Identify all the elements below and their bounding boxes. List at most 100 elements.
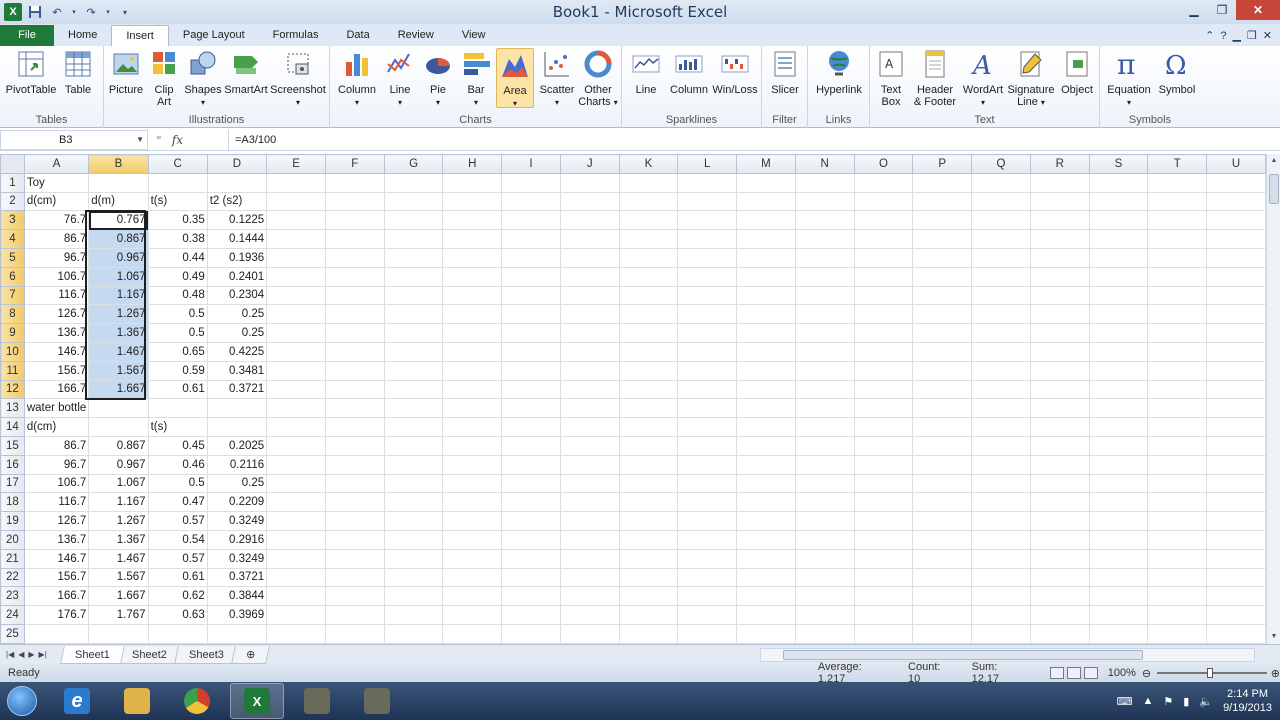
cell-q24[interactable] <box>971 605 1031 625</box>
cell-h17[interactable] <box>442 473 503 494</box>
cell-b16[interactable]: 0.967 <box>88 454 149 475</box>
cell-g14[interactable] <box>383 417 444 437</box>
cell-f3[interactable] <box>324 210 385 231</box>
cell-s17[interactable] <box>1088 473 1149 494</box>
cell-f15[interactable] <box>324 435 385 456</box>
cell-a20[interactable]: 136.7 <box>23 529 90 550</box>
sparkline-line-button[interactable]: Line <box>628 48 664 96</box>
cell-b20[interactable]: 1.367 <box>88 529 149 550</box>
cell-h14[interactable] <box>442 417 503 437</box>
cell-b14[interactable] <box>88 417 149 437</box>
cell-q19[interactable] <box>971 511 1031 531</box>
cell-k4[interactable] <box>618 229 679 249</box>
cell-u5[interactable] <box>1206 247 1266 268</box>
cell-f19[interactable] <box>324 511 385 531</box>
formula-bar-options-icon[interactable]: ⁼ <box>156 133 162 146</box>
cell-n4[interactable] <box>794 229 855 249</box>
cell-a6[interactable]: 106.7 <box>23 266 90 287</box>
cell-h3[interactable] <box>442 210 503 231</box>
cell-t11[interactable] <box>1147 360 1208 381</box>
cell-h8[interactable] <box>442 304 503 325</box>
cell-t25[interactable] <box>1147 623 1208 644</box>
pivottable-button[interactable]: PivotTable <box>4 48 58 96</box>
column-header-i[interactable]: I <box>501 154 561 174</box>
cell-m1[interactable] <box>736 172 796 193</box>
insert-sheet-button[interactable]: ⊕ <box>230 645 270 664</box>
cell-q20[interactable] <box>971 529 1031 550</box>
cell-r5[interactable] <box>1029 247 1090 268</box>
cell-p17[interactable] <box>912 473 973 494</box>
cell-n21[interactable] <box>794 548 855 569</box>
cell-n19[interactable] <box>794 511 855 531</box>
cell-i18[interactable] <box>501 492 561 513</box>
cell-e6[interactable] <box>266 266 326 287</box>
cell-l3[interactable] <box>677 210 737 231</box>
cell-t9[interactable] <box>1147 323 1208 343</box>
cell-p19[interactable] <box>912 511 973 531</box>
cell-k22[interactable] <box>618 567 679 588</box>
cell-d17[interactable]: 0.25 <box>206 473 268 494</box>
cell-r22[interactable] <box>1029 567 1090 588</box>
row-header-15[interactable]: 15 <box>0 435 25 456</box>
cell-h16[interactable] <box>442 454 503 475</box>
cell-l1[interactable] <box>677 172 737 193</box>
cell-u6[interactable] <box>1206 266 1266 287</box>
cell-k23[interactable] <box>618 586 679 607</box>
column-header-p[interactable]: P <box>912 154 973 174</box>
cell-f7[interactable] <box>324 285 385 306</box>
shapes-button[interactable]: Shapes ▾ <box>184 48 222 109</box>
cell-e13[interactable] <box>266 398 326 419</box>
cell-j23[interactable] <box>559 586 620 607</box>
cell-k18[interactable] <box>618 492 679 513</box>
cell-r8[interactable] <box>1029 304 1090 325</box>
cell-l18[interactable] <box>677 492 737 513</box>
row-header-4[interactable]: 4 <box>0 229 25 249</box>
cell-s3[interactable] <box>1088 210 1149 231</box>
column-header-k[interactable]: K <box>618 154 679 174</box>
cell-h11[interactable] <box>442 360 503 381</box>
cell-j19[interactable] <box>559 511 620 531</box>
cell-g24[interactable] <box>383 605 444 625</box>
area-chart-button[interactable]: Area ▾ <box>496 48 534 108</box>
cell-b18[interactable]: 1.167 <box>88 492 149 513</box>
taskbar-explorer[interactable] <box>110 683 164 719</box>
cell-d6[interactable]: 0.2401 <box>206 266 268 287</box>
cell-u4[interactable] <box>1206 229 1266 249</box>
cell-l20[interactable] <box>677 529 737 550</box>
cell-o18[interactable] <box>853 492 914 513</box>
zoom-out-icon[interactable]: ⊖ <box>1142 667 1151 680</box>
cell-q1[interactable] <box>971 172 1031 193</box>
cell-t3[interactable] <box>1147 210 1208 231</box>
cell-p24[interactable] <box>912 605 973 625</box>
cell-d23[interactable]: 0.3844 <box>206 586 268 607</box>
cell-r25[interactable] <box>1029 623 1090 644</box>
cell-t4[interactable] <box>1147 229 1208 249</box>
cell-c3[interactable]: 0.35 <box>147 210 208 231</box>
cell-i11[interactable] <box>501 360 561 381</box>
cell-h10[interactable] <box>442 341 503 362</box>
cell-n16[interactable] <box>794 454 855 475</box>
row-header-23[interactable]: 23 <box>0 586 25 607</box>
cell-e21[interactable] <box>266 548 326 569</box>
cell-e22[interactable] <box>266 567 326 588</box>
cell-d3[interactable]: 0.1225 <box>206 210 268 231</box>
cell-p10[interactable] <box>912 341 973 362</box>
cell-p12[interactable] <box>912 379 973 400</box>
cell-d21[interactable]: 0.3249 <box>206 548 268 569</box>
cell-o12[interactable] <box>853 379 914 400</box>
cell-k9[interactable] <box>618 323 679 343</box>
cell-j13[interactable] <box>559 398 620 419</box>
cell-q13[interactable] <box>971 398 1031 419</box>
cell-a15[interactable]: 86.7 <box>23 435 90 456</box>
cell-c23[interactable]: 0.62 <box>147 586 208 607</box>
cell-n17[interactable] <box>794 473 855 494</box>
cell-h24[interactable] <box>442 605 503 625</box>
cell-m22[interactable] <box>736 567 796 588</box>
cell-a10[interactable]: 146.7 <box>23 341 90 362</box>
excel-logo-icon[interactable]: X <box>4 3 22 21</box>
cell-o14[interactable] <box>853 417 914 437</box>
signature-line-button[interactable]: Signature Line ▾ <box>1006 48 1056 109</box>
cell-c13[interactable] <box>147 398 208 419</box>
cell-j17[interactable] <box>559 473 620 494</box>
cell-h20[interactable] <box>442 529 503 550</box>
